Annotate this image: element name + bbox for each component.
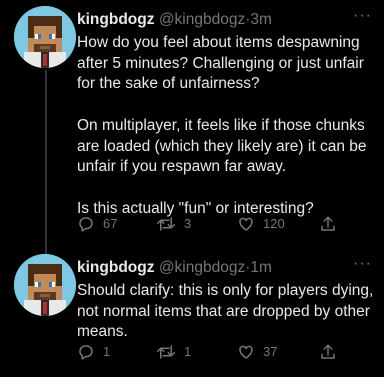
avatar[interactable] <box>14 6 76 68</box>
more-icon[interactable]: ··· <box>353 6 372 26</box>
retweet-icon <box>157 345 175 359</box>
display-name[interactable]: kingbdogz <box>77 11 155 28</box>
like-button[interactable]: 120 <box>237 215 285 233</box>
display-name[interactable]: kingbdogz <box>77 259 155 276</box>
retweet-count: 3 <box>184 216 192 231</box>
share-button[interactable] <box>319 343 337 361</box>
heart-icon <box>239 217 253 231</box>
retweet-icon <box>157 217 175 231</box>
avatar[interactable] <box>14 254 76 316</box>
reply-button[interactable]: 67 <box>77 215 117 233</box>
handle[interactable]: @kingbdogz <box>159 11 245 28</box>
share-icon <box>321 344 335 359</box>
like-count: 120 <box>263 216 285 231</box>
handle[interactable]: @kingbdogz <box>159 259 245 276</box>
thread-connector-line <box>45 70 47 256</box>
reply-icon <box>79 345 93 361</box>
tweet-paragraph: Should clarify: this is only for players… <box>77 282 374 341</box>
retweet-button[interactable]: 3 <box>156 215 191 233</box>
share-button[interactable] <box>319 215 337 233</box>
timestamp[interactable]: 3m <box>250 11 272 28</box>
share-icon <box>321 216 335 231</box>
more-icon[interactable]: ··· <box>353 254 372 274</box>
tweet-paragraph: On multiplayer, it feels like if those c… <box>77 116 367 176</box>
tweet-paragraph: How do you feel about items despawning a… <box>77 34 364 93</box>
reply-count: 67 <box>103 216 118 231</box>
tweet-header: kingbdogz @kingbdogz·3m <box>77 10 272 30</box>
like-count: 37 <box>263 344 278 359</box>
timestamp[interactable]: 1m <box>250 259 272 276</box>
reply-button[interactable]: 1 <box>77 343 110 361</box>
tweet-text: Should clarify: this is only for players… <box>77 281 377 343</box>
retweet-count: 1 <box>184 344 192 359</box>
heart-icon <box>239 345 253 359</box>
tweet-actions: 1 1 37 <box>77 343 357 363</box>
like-button[interactable]: 37 <box>237 343 277 361</box>
reply-count: 1 <box>103 344 111 359</box>
reply-icon <box>79 217 93 233</box>
tweet-text: How do you feel about items despawning a… <box>77 33 377 219</box>
retweet-button[interactable]: 1 <box>156 343 191 361</box>
tweet-actions: 67 3 120 <box>77 215 357 235</box>
tweet-header: kingbdogz @kingbdogz·1m <box>77 258 272 278</box>
